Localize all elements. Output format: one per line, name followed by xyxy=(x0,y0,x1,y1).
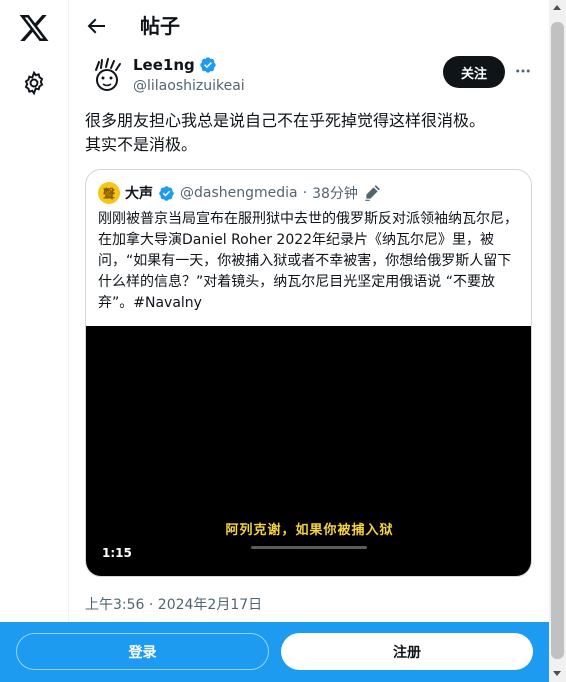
video-progress-bar[interactable] xyxy=(251,546,367,549)
main-column: 帖子 Lee1ng @lilaoshizuikeai 关注 很多朋友担心我总是说… xyxy=(70,0,549,682)
verified-badge-icon xyxy=(200,57,216,73)
edited-pencil-icon[interactable] xyxy=(363,184,381,202)
post-text: 很多朋友担心我总是说自己不在乎死掉觉得这样很消极。 其实不是消极。 xyxy=(85,111,486,154)
more-options-button[interactable] xyxy=(510,58,536,84)
scrollbar[interactable] xyxy=(549,0,566,682)
login-button[interactable]: 登录 xyxy=(16,633,269,670)
quoted-author-name[interactable]: 大声 xyxy=(125,183,153,203)
x-logo-icon[interactable] xyxy=(18,12,50,44)
signup-banner: 登录 注册 xyxy=(0,622,549,682)
quoted-avatar[interactable]: 聲 xyxy=(98,182,120,204)
back-arrow-icon[interactable] xyxy=(84,14,108,38)
page-title: 帖子 xyxy=(140,14,180,38)
quoted-post-time[interactable]: 38分钟 xyxy=(312,183,358,203)
video-player[interactable]: 阿列克谢，如果你被捕入狱 1:15 xyxy=(86,326,531,576)
left-rail xyxy=(0,0,69,682)
more-dots-icon xyxy=(516,69,530,73)
quoted-author-handle[interactable]: @dashengmedia xyxy=(180,185,298,201)
scroll-up-arrow-icon[interactable] xyxy=(553,5,561,10)
page-header: 帖子 xyxy=(70,0,549,52)
video-subtitle: 阿列克谢，如果你被捕入狱 xyxy=(225,523,394,538)
gear-icon[interactable] xyxy=(21,70,47,96)
author-name-row[interactable]: Lee1ng xyxy=(133,55,217,75)
verified-badge-icon xyxy=(159,185,174,201)
avatar-drawing-icon xyxy=(95,58,121,91)
signup-button[interactable]: 注册 xyxy=(281,633,533,670)
video-duration: 1:15 xyxy=(102,546,132,560)
quoted-post[interactable]: 聲 大声 @dashengmedia · 38分钟 刚刚被普京当局宣布在服刑狱中… xyxy=(85,169,532,577)
author-name[interactable]: Lee1ng xyxy=(133,55,195,75)
quoted-post-text: 刚刚被普京当局宣布在服刑狱中去世的俄罗斯反对派领袖纳瓦尔尼，在加拿大导演Dani… xyxy=(98,211,518,311)
follow-button[interactable]: 关注 xyxy=(443,56,505,88)
quoted-post-header: 聲 大声 @dashengmedia · 38分钟 xyxy=(98,182,381,204)
author-handle[interactable]: @lilaoshizuikeai xyxy=(133,76,245,96)
scrollbar-thumb[interactable] xyxy=(551,22,564,659)
separator-dot: · xyxy=(302,185,308,201)
post-timestamp[interactable]: 上午3:56 · 2024年2月17日 xyxy=(85,594,262,614)
avatar[interactable] xyxy=(87,56,127,96)
scroll-down-arrow-icon[interactable] xyxy=(553,671,561,676)
